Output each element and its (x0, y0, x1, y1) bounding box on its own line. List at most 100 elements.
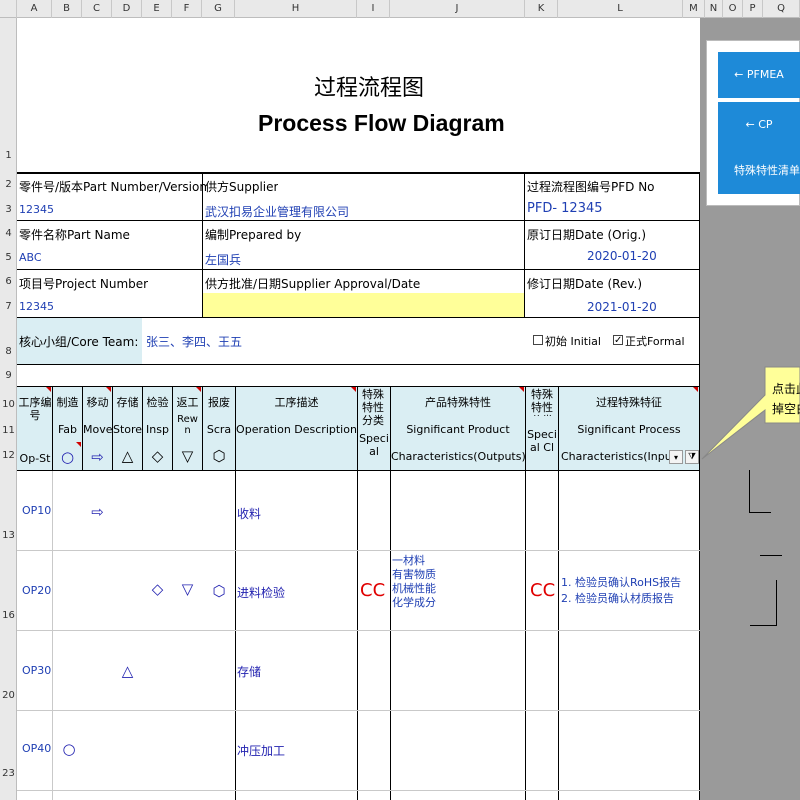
row-header[interactable]: 10 (0, 399, 17, 410)
border (17, 470, 700, 471)
core-team-value[interactable]: 张三、李四、王五 (146, 333, 242, 350)
column-header[interactable]: O (723, 0, 743, 18)
prepared-label: 编制Prepared by (205, 228, 302, 242)
header-fab-cn: 制造 (56, 396, 79, 409)
pfmea-nav-button[interactable]: ← PFMEA (718, 52, 800, 98)
insp-icon: ◇ (151, 580, 164, 598)
special-class-badge[interactable]: CC (530, 580, 555, 601)
prepared-value[interactable]: 左国兵 (205, 251, 241, 268)
row-header[interactable]: 1 (0, 150, 17, 161)
header-move-en: Move (83, 423, 113, 436)
column-header-bar: A B C D E F G H I J K L M N O P Q (0, 0, 800, 18)
row-header[interactable]: 20 (0, 690, 17, 701)
operation-description[interactable]: 存储 (237, 663, 261, 680)
header-rework-cn: 返工 (176, 396, 199, 409)
op-number[interactable]: OP40 (22, 742, 51, 755)
product-char[interactable]: 机械性能 (392, 582, 436, 596)
header-spec-en: Speci al (359, 432, 389, 458)
header-spec-cn: 特殊特性分类 (362, 388, 384, 427)
connector-line (760, 555, 782, 556)
part-number-value[interactable]: 12345 (19, 203, 54, 216)
pfd-value[interactable]: PFD- 12345 (527, 201, 603, 216)
header-spec2-cn: 特殊特性分类 (531, 388, 553, 416)
column-header[interactable]: K (525, 0, 558, 18)
formal-checkbox[interactable]: ✓ (613, 335, 623, 346)
header-desc-cn: 工序描述 (274, 396, 319, 409)
row-header[interactable]: 2 (0, 179, 17, 190)
column-header[interactable]: E (142, 0, 172, 18)
column-header[interactable]: F (172, 0, 202, 18)
row-header[interactable]: 9 (0, 370, 17, 381)
comment-indicator[interactable] (106, 387, 111, 392)
row-header[interactable]: 5 (0, 252, 17, 263)
row-header[interactable]: 8 (0, 346, 17, 357)
project-value[interactable]: 12345 (19, 300, 54, 313)
product-char[interactable]: 有害物质 (392, 568, 436, 582)
row-header[interactable]: 23 (0, 768, 17, 779)
rev-date-value[interactable]: 2021-01-20 (587, 300, 657, 314)
process-char[interactable]: 1. 检验员确认RoHS报告 (561, 574, 681, 590)
approval-input[interactable] (203, 293, 524, 317)
column-header[interactable]: P (743, 0, 763, 18)
header-store-en: Store (113, 423, 143, 436)
header-scrap-cn: 报废 (208, 396, 230, 409)
special-char-list-button[interactable]: 特殊特性清单 (718, 148, 800, 194)
column-header[interactable]: G (202, 0, 235, 18)
operation-description[interactable]: 冲压加工 (237, 742, 285, 759)
op-number[interactable]: OP10 (22, 504, 51, 517)
special-class-badge[interactable]: CC (360, 580, 385, 601)
operation-description[interactable]: 进料检验 (237, 584, 285, 601)
column-header[interactable]: H (235, 0, 357, 18)
op-number[interactable]: OP30 (22, 664, 51, 677)
cp-nav-button[interactable]: ← CP (718, 102, 800, 148)
op-number[interactable]: OP20 (22, 584, 51, 597)
column-header[interactable]: J (390, 0, 525, 18)
row-header[interactable]: 16 (0, 610, 17, 621)
column-header[interactable]: M (683, 0, 705, 18)
product-char[interactable]: 一材料 (392, 554, 425, 568)
filter-active-icon[interactable]: ⧩ (685, 450, 699, 464)
row-header[interactable]: 13 (0, 530, 17, 541)
store-icon: △ (121, 447, 134, 465)
comment-indicator[interactable] (196, 387, 201, 392)
row-header-bar: 1 2 3 4 5 6 7 8 9 10 11 12 13 16 20 23 (0, 18, 17, 800)
comment-indicator[interactable] (76, 442, 81, 447)
column-header[interactable]: B (52, 0, 82, 18)
header-prod-en1: Significant Product (406, 423, 510, 436)
border (524, 172, 525, 317)
column-header[interactable]: A (17, 0, 52, 18)
product-char[interactable]: 化学成分 (392, 596, 436, 610)
process-char[interactable]: 2. 检验员确认材质报告 (561, 590, 674, 606)
header-desc-en: Operation Description (236, 423, 357, 436)
part-name-label: 零件名称Part Name (19, 228, 130, 242)
column-header[interactable]: I (357, 0, 390, 18)
comment-indicator[interactable] (519, 387, 524, 392)
column-header[interactable]: C (82, 0, 112, 18)
row-header[interactable]: 7 (0, 301, 17, 312)
header-rework-en: Rew n (177, 414, 198, 436)
comment-indicator[interactable] (46, 387, 51, 392)
row-header[interactable]: 4 (0, 228, 17, 239)
comment-indicator[interactable] (693, 387, 698, 392)
comment-indicator[interactable] (351, 387, 356, 392)
rev-date-label: 修订日期Date (Rev.) (527, 277, 643, 291)
operation-description[interactable]: 收料 (237, 505, 261, 522)
select-all-corner[interactable] (0, 0, 17, 18)
initial-checkbox[interactable] (533, 335, 543, 345)
column-header[interactable]: N (705, 0, 723, 18)
column-header[interactable]: D (112, 0, 142, 18)
column-header[interactable]: Q (763, 0, 800, 18)
part-name-value[interactable]: ABC (19, 251, 42, 264)
filter-dropdown-icon[interactable]: ▾ (669, 450, 683, 464)
row-header[interactable]: 3 (0, 204, 17, 215)
scrap-icon: ⬡ (212, 447, 226, 465)
header-store-cn: 存储 (116, 396, 139, 409)
row-header[interactable]: 12 (0, 450, 17, 461)
connector-line (776, 580, 777, 625)
row-header[interactable]: 11 (0, 425, 17, 436)
supplier-value[interactable]: 武汉扣易企业管理有限公司 (205, 203, 349, 220)
col-border (52, 471, 53, 800)
row-header[interactable]: 6 (0, 276, 17, 287)
orig-date-value[interactable]: 2020-01-20 (587, 249, 657, 263)
column-header[interactable]: L (558, 0, 683, 18)
